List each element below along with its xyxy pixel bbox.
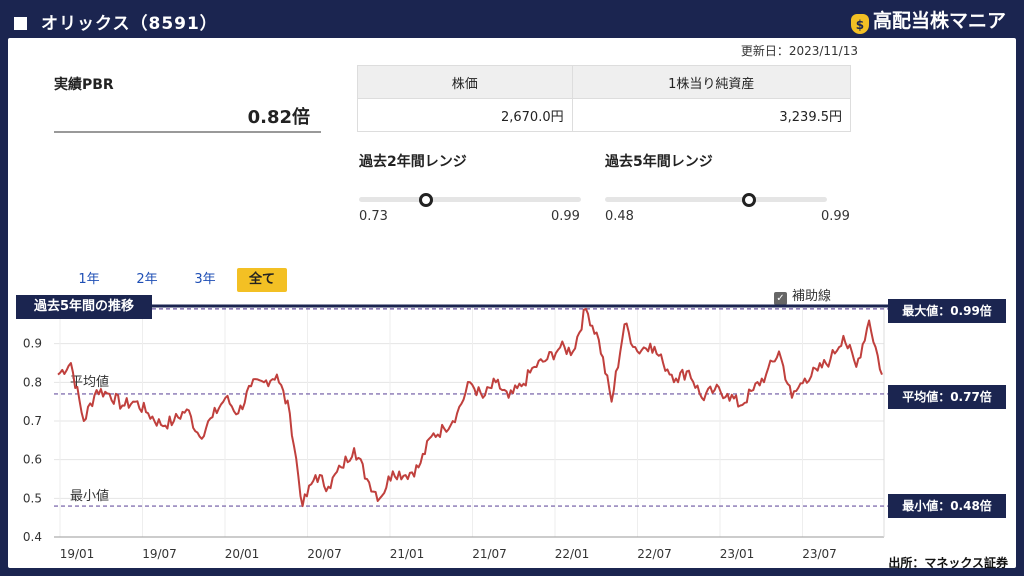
y-tick-label: 0.8 [23, 375, 42, 389]
pbr-series-line [57, 307, 883, 508]
x-tick-label: 20/07 [307, 547, 342, 561]
min-annotation: 最小値 [70, 488, 109, 504]
max-value-label: 最大値：0.99倍 [888, 299, 1006, 323]
chart-title: 過去5年間の推移 [16, 295, 152, 319]
avg-value-label: 平均値：0.77倍 [888, 385, 1006, 409]
x-tick-label: 21/07 [472, 547, 507, 561]
pbr-line-chart: 0.4 0.5 0.6 0.7 0.8 0.9 19/01 19/07 20/01 20/07 21… [23, 304, 888, 561]
x-tick-label: 19/07 [142, 547, 177, 561]
y-tick-label: 0.5 [23, 491, 42, 505]
y-tick-label: 0.9 [23, 337, 42, 351]
y-tick-label: 0.7 [23, 414, 42, 428]
y-tick-label: 0.4 [23, 530, 42, 544]
x-tick-label: 19/01 [60, 547, 95, 561]
x-tick-label: 20/01 [225, 547, 260, 561]
x-tick-label: 23/07 [802, 547, 837, 561]
x-tick-label: 23/01 [720, 547, 755, 561]
min-value-label: 最小値：0.48倍 [888, 494, 1006, 518]
x-tick-label: 22/07 [637, 547, 672, 561]
x-tick-label: 21/01 [390, 547, 425, 561]
x-tick-label: 22/01 [555, 547, 590, 561]
source-credit: 出所：マネックス証券 [888, 556, 1008, 570]
y-tick-label: 0.6 [23, 453, 42, 467]
